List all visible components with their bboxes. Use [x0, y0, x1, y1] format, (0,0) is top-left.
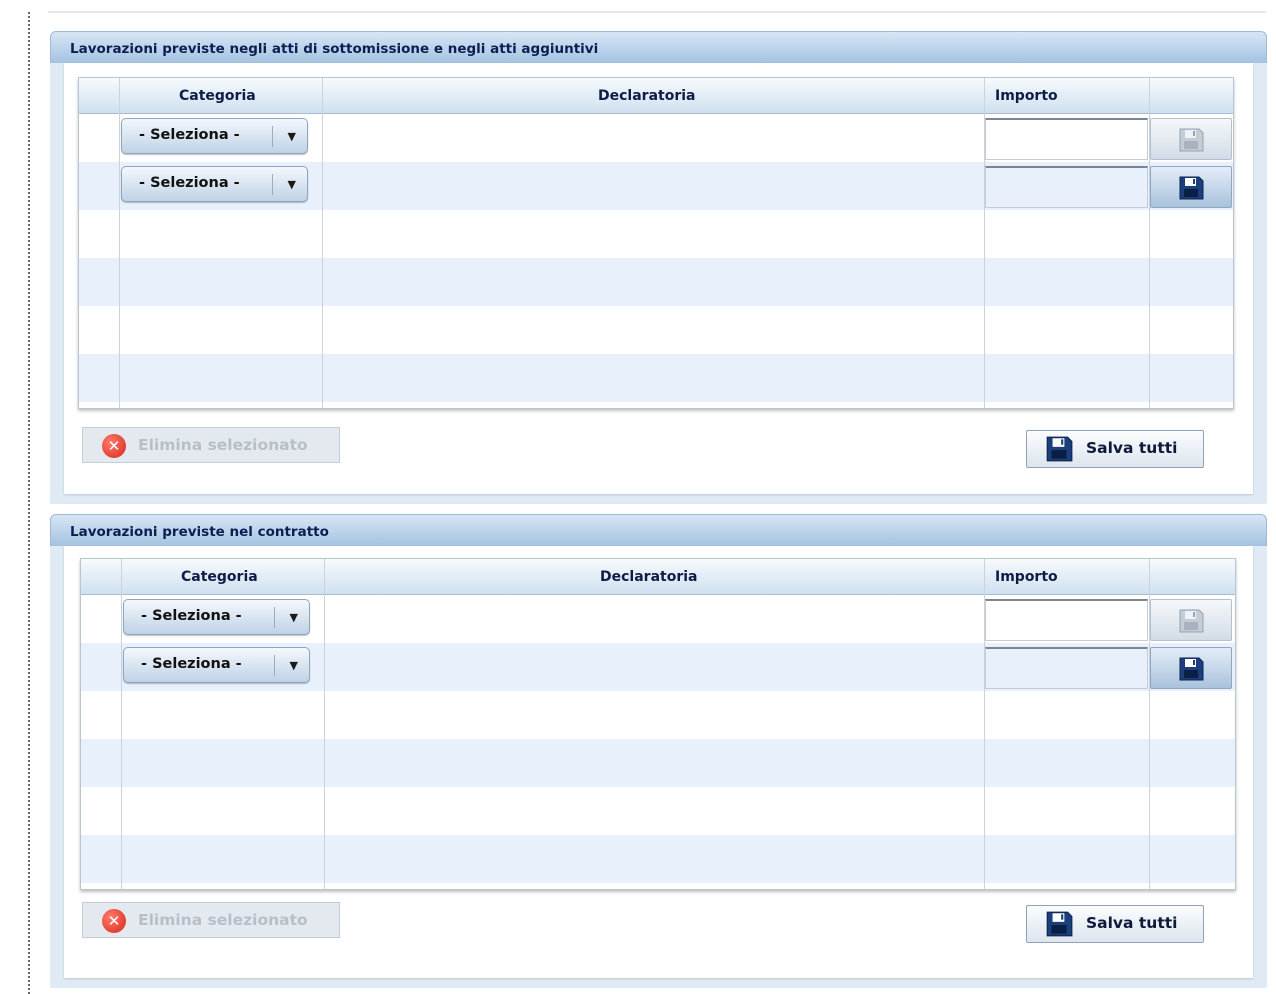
column-divider: [119, 78, 120, 408]
categoria-select[interactable]: - Seleziona - ▼: [121, 166, 308, 202]
delete-circle-icon: ✕: [102, 909, 126, 933]
top-divider: [48, 11, 1266, 13]
categoria-select-value: - Seleziona -: [141, 656, 242, 672]
select-separator: [272, 126, 273, 147]
header-declaratoria[interactable]: Declaratoria: [598, 78, 695, 114]
header-importo[interactable]: Importo: [995, 559, 1058, 595]
categoria-select-value: - Seleziona -: [141, 608, 242, 624]
lavorazioni-grid: Categoria Declaratoria Importo - Selezio…: [80, 558, 1236, 890]
floppy-disk-icon: [1179, 176, 1204, 200]
table-row: [79, 210, 1233, 258]
table-row: [81, 691, 1235, 739]
categoria-select-value: - Seleziona -: [139, 127, 240, 143]
categoria-select-value: - Seleziona -: [139, 175, 240, 191]
delete-selected-button[interactable]: ✕ Elimina selezionato: [82, 902, 340, 938]
grid-header: Categoria Declaratoria Importo: [79, 78, 1233, 114]
chevron-down-icon[interactable]: ▼: [288, 178, 296, 191]
panel-inner: Categoria Declaratoria Importo - Selezio…: [64, 546, 1253, 978]
grid-header: Categoria Declaratoria Importo: [81, 559, 1235, 595]
save-row-button[interactable]: [1150, 166, 1232, 208]
table-row: [81, 739, 1235, 787]
importo-input[interactable]: [985, 599, 1148, 641]
panel-atti-sottomissione: Lavorazioni previste negli atti di sotto…: [50, 31, 1267, 504]
header-declaratoria[interactable]: Declaratoria: [600, 559, 697, 595]
save-row-button[interactable]: [1150, 647, 1232, 689]
chevron-down-icon[interactable]: ▼: [290, 611, 298, 624]
save-all-button[interactable]: Salva tutti: [1026, 905, 1204, 943]
column-divider: [121, 559, 122, 889]
column-divider: [322, 78, 323, 408]
save-all-button[interactable]: Salva tutti: [1026, 430, 1204, 468]
floppy-disk-icon: [1046, 911, 1073, 937]
delete-circle-icon: ✕: [102, 434, 126, 458]
header-importo[interactable]: Importo: [995, 78, 1058, 114]
left-dotted-rule: [28, 12, 30, 994]
panel-title: Lavorazioni previste negli atti di sotto…: [50, 31, 1267, 63]
save-row-button[interactable]: [1150, 118, 1232, 160]
panel-contratto: Lavorazioni previste nel contratto Categ…: [50, 514, 1267, 988]
delete-selected-button[interactable]: ✕ Elimina selezionato: [82, 427, 340, 463]
table-row: [79, 306, 1233, 354]
chevron-down-icon[interactable]: ▼: [288, 130, 296, 143]
table-row: [81, 787, 1235, 835]
delete-selected-label: Elimina selezionato: [138, 436, 308, 454]
panel-body: Categoria Declaratoria Importo - Selezio…: [50, 546, 1267, 988]
categoria-select[interactable]: - Seleziona - ▼: [123, 647, 310, 683]
chevron-down-icon[interactable]: ▼: [290, 659, 298, 672]
save-all-label: Salva tutti: [1086, 914, 1178, 932]
table-row: [81, 835, 1235, 883]
panel-inner: Categoria Declaratoria Importo - Selezio…: [64, 63, 1253, 494]
floppy-disk-icon: [1046, 436, 1073, 462]
table-row: [79, 258, 1233, 306]
floppy-disk-icon: [1179, 609, 1204, 633]
floppy-disk-icon: [1179, 128, 1204, 152]
categoria-select[interactable]: - Seleziona - ▼: [121, 118, 308, 154]
lavorazioni-grid: Categoria Declaratoria Importo - Selezio…: [78, 77, 1234, 409]
header-categoria[interactable]: Categoria: [181, 559, 258, 595]
panel-title: Lavorazioni previste nel contratto: [50, 514, 1267, 546]
importo-input[interactable]: [985, 647, 1148, 689]
panel-body: Categoria Declaratoria Importo - Selezio…: [50, 63, 1267, 504]
select-separator: [272, 174, 273, 195]
importo-input[interactable]: [985, 166, 1148, 208]
floppy-disk-icon: [1179, 657, 1204, 681]
save-row-button[interactable]: [1150, 599, 1232, 641]
column-divider: [324, 559, 325, 889]
categoria-select[interactable]: - Seleziona - ▼: [123, 599, 310, 635]
select-separator: [274, 607, 275, 628]
save-all-label: Salva tutti: [1086, 439, 1178, 457]
delete-selected-label: Elimina selezionato: [138, 911, 308, 929]
importo-input[interactable]: [985, 118, 1148, 160]
select-separator: [274, 655, 275, 676]
header-categoria[interactable]: Categoria: [179, 78, 256, 114]
table-row: [79, 354, 1233, 402]
